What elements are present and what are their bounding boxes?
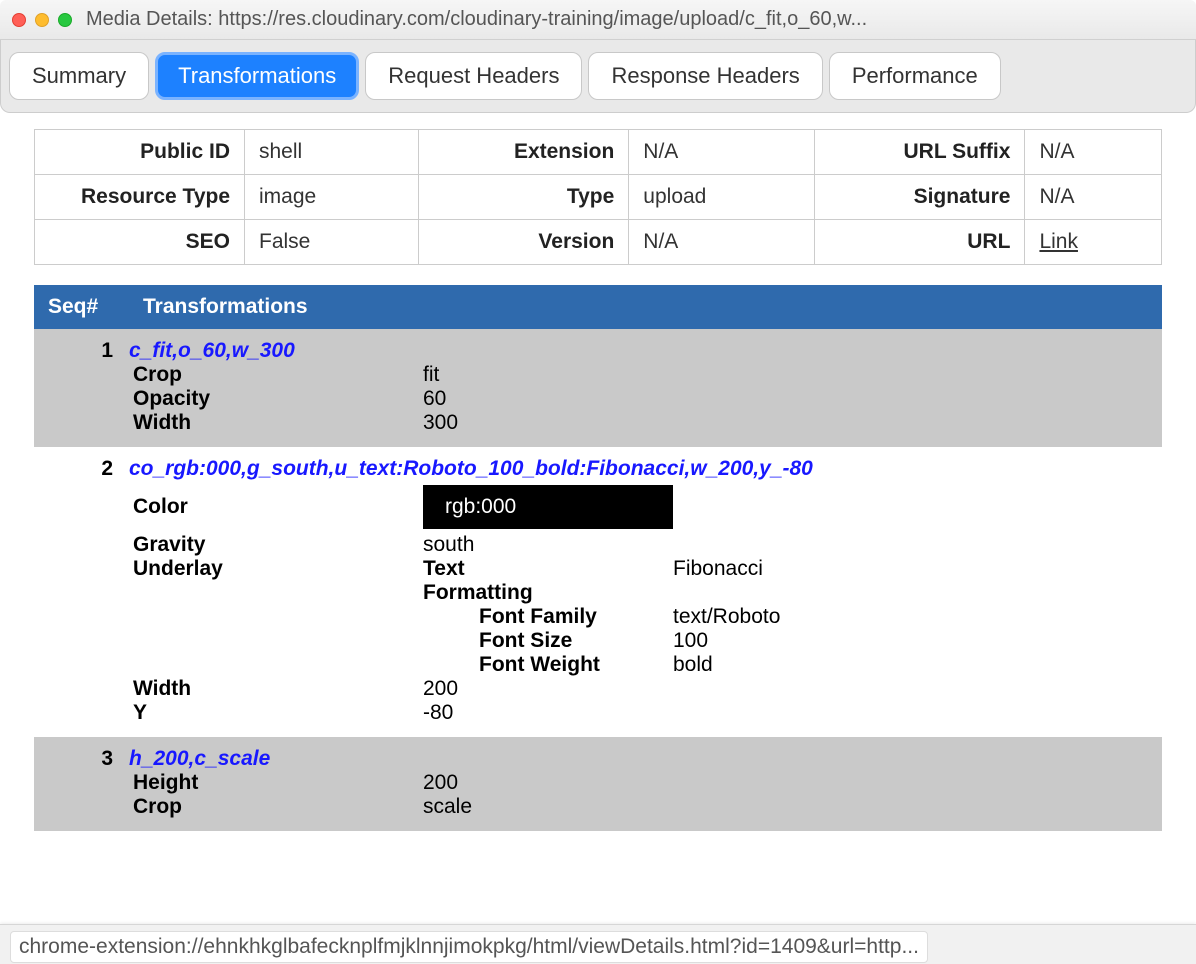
value-type: upload	[629, 175, 815, 220]
transformation-string-link[interactable]: h_200,c_scale	[129, 747, 1162, 771]
param-label-width: Width	[129, 411, 423, 435]
param-value-gravity: south	[423, 533, 474, 557]
transformations-header-row: Seq# Transformations	[34, 285, 1162, 329]
value-version: N/A	[629, 220, 815, 265]
status-bar-url: chrome-extension://ehnkhkglbafecknplfmjk…	[10, 931, 928, 963]
window-controls	[12, 13, 72, 27]
value-resource-type: image	[245, 175, 419, 220]
transformation-string-link[interactable]: c_fit,o_60,w_300	[129, 339, 1162, 363]
param-label-formatting: Formatting	[423, 581, 1162, 605]
param-value-width: 200	[423, 677, 458, 701]
param-value-font-size: 100	[673, 629, 708, 653]
tab-bar: Summary Transformations Request Headers …	[0, 40, 1196, 113]
param-label-font-size: Font Size	[129, 629, 673, 653]
transformation-row: 3 h_200,c_scale Height200 Cropscale	[34, 737, 1162, 831]
content-area: Public ID shell Extension N/A URL Suffix…	[0, 113, 1196, 831]
media-info-grid: Public ID shell Extension N/A URL Suffix…	[34, 129, 1162, 265]
param-value-y: -80	[423, 701, 453, 725]
param-label-crop: Crop	[129, 363, 423, 387]
header-seq: Seq#	[34, 285, 129, 329]
param-label-height: Height	[129, 771, 423, 795]
label-extension: Extension	[419, 130, 629, 175]
param-label-text: Text	[423, 557, 673, 581]
transformation-row: 2 co_rgb:000,g_south,u_text:Roboto_100_b…	[34, 447, 1162, 737]
tab-response-headers[interactable]: Response Headers	[588, 52, 822, 100]
param-value-opacity: 60	[423, 387, 446, 411]
param-label-underlay: Underlay	[129, 557, 423, 605]
status-bar: chrome-extension://ehnkhkglbafecknplfmjk…	[0, 924, 1196, 964]
header-transformations: Transformations	[129, 285, 1162, 329]
label-url: URL	[815, 220, 1025, 265]
param-label-crop: Crop	[129, 795, 423, 819]
param-label-y: Y	[129, 701, 423, 725]
label-version: Version	[419, 220, 629, 265]
label-seo: SEO	[35, 220, 245, 265]
tab-summary[interactable]: Summary	[9, 52, 149, 100]
tab-request-headers[interactable]: Request Headers	[365, 52, 582, 100]
transformation-row: 1 c_fit,o_60,w_300 Cropfit Opacity60 Wid…	[34, 329, 1162, 447]
param-value-text: Fibonacci	[673, 557, 763, 581]
param-label-width: Width	[129, 677, 423, 701]
param-value-width: 300	[423, 411, 458, 435]
window-titlebar: Media Details: https://res.cloudinary.co…	[0, 0, 1196, 40]
transformation-string-link[interactable]: co_rgb:000,g_south,u_text:Roboto_100_bol…	[129, 457, 1162, 481]
tab-transformations[interactable]: Transformations	[155, 52, 359, 100]
param-value-font-family: text/Roboto	[673, 605, 780, 629]
window-title: Media Details: https://res.cloudinary.co…	[86, 8, 1184, 31]
value-url: Link	[1025, 220, 1162, 265]
url-link[interactable]: Link	[1039, 230, 1078, 253]
transformations-table: Seq# Transformations 1 c_fit,o_60,w_300 …	[34, 285, 1162, 831]
param-value-height: 200	[423, 771, 458, 795]
value-extension: N/A	[629, 130, 815, 175]
label-url-suffix: URL Suffix	[815, 130, 1025, 175]
param-label-color: Color	[129, 495, 423, 519]
minimize-window-button[interactable]	[35, 13, 49, 27]
value-url-suffix: N/A	[1025, 130, 1162, 175]
seq-number: 3	[34, 737, 129, 831]
param-label-font-family: Font Family	[129, 605, 673, 629]
param-value-crop: scale	[423, 795, 472, 819]
tab-performance[interactable]: Performance	[829, 52, 1001, 100]
zoom-window-button[interactable]	[58, 13, 72, 27]
param-label-opacity: Opacity	[129, 387, 423, 411]
close-window-button[interactable]	[12, 13, 26, 27]
param-label-gravity: Gravity	[129, 533, 423, 557]
param-label-font-weight: Font Weight	[129, 653, 673, 677]
label-resource-type: Resource Type	[35, 175, 245, 220]
seq-number: 1	[34, 329, 129, 447]
color-chip: rgb:000	[423, 485, 673, 529]
value-public-id: shell	[245, 130, 419, 175]
param-value-font-weight: bold	[673, 653, 713, 677]
value-seo: False	[245, 220, 419, 265]
seq-number: 2	[34, 447, 129, 737]
label-public-id: Public ID	[35, 130, 245, 175]
param-value-crop: fit	[423, 363, 439, 387]
label-signature: Signature	[815, 175, 1025, 220]
value-signature: N/A	[1025, 175, 1162, 220]
label-type: Type	[419, 175, 629, 220]
